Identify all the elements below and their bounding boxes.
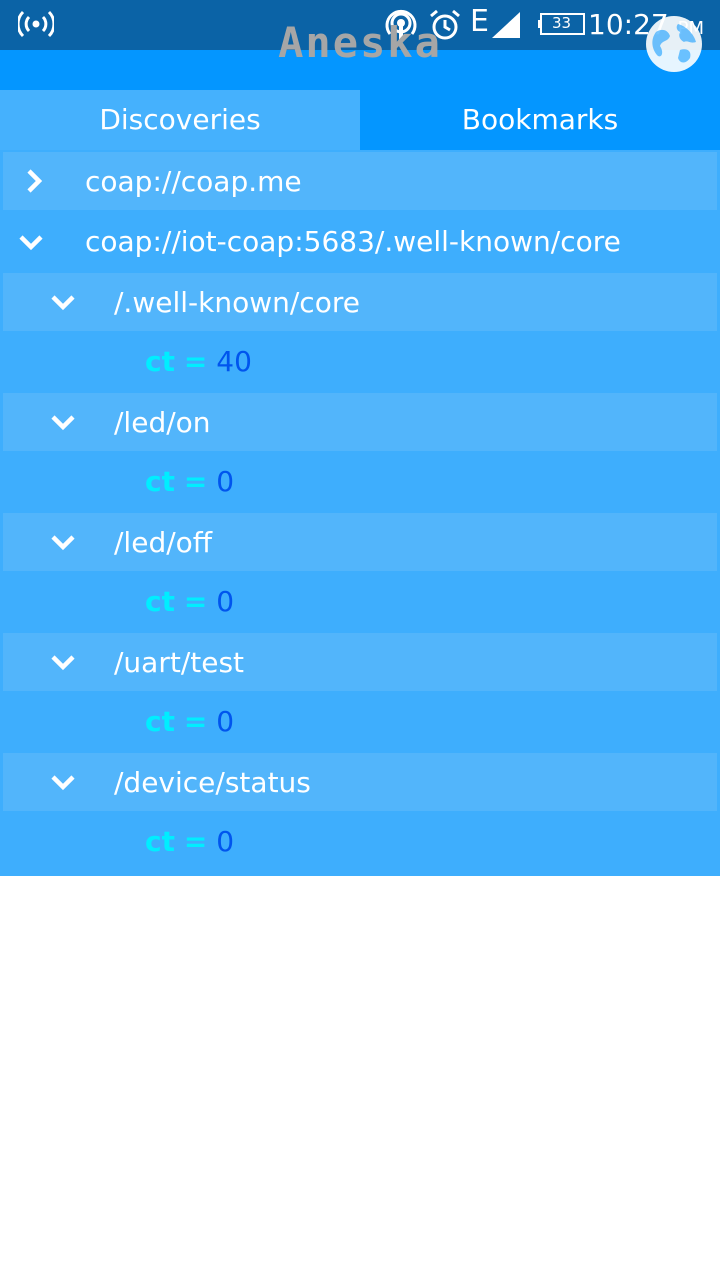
tab-bookmarks[interactable]: Bookmarks (360, 90, 720, 150)
server-row[interactable]: coap://coap.me (3, 152, 717, 210)
attribute-key: ct (145, 465, 175, 498)
resource-row[interactable]: /uart/test (3, 633, 717, 691)
chevron-down-icon (51, 295, 75, 311)
attribute-row: ct = 0 (0, 572, 720, 632)
resource-path: /.well-known/core (114, 286, 360, 319)
chevron-right-icon (27, 169, 43, 193)
resource-row[interactable]: /led/off (3, 513, 717, 571)
attribute: ct = 0 (145, 452, 234, 512)
server-label: coap://coap.me (85, 165, 302, 198)
attribute-row: ct = 40 (0, 332, 720, 392)
attribute-value: 0 (216, 705, 235, 738)
attribute-key: ct (145, 825, 175, 858)
resource-path: /device/status (114, 766, 311, 799)
tab-discoveries[interactable]: Discoveries (0, 90, 360, 150)
globe-icon[interactable] (644, 14, 704, 74)
resource-row[interactable]: /device/status (3, 753, 717, 811)
chevron-down-icon (51, 655, 75, 671)
attribute-row: ct = 0 (0, 812, 720, 872)
attribute-row: ct = 0 (0, 692, 720, 752)
attribute-key: ct (145, 345, 175, 378)
chevron-down-icon (19, 235, 43, 251)
server-label: coap://iot-coap:5683/.well-known/core (85, 225, 621, 258)
attribute-value: 40 (216, 345, 252, 378)
discovery-tree: coap://coap.me coap://iot-coap:5683/.wel… (0, 150, 720, 876)
attribute-row: ct = 0 (0, 452, 720, 512)
resource-path: /led/on (114, 406, 211, 439)
resource-row[interactable]: /.well-known/core (3, 273, 717, 331)
attribute: ct = 0 (145, 812, 234, 872)
attribute: ct = 40 (145, 332, 252, 392)
resource-path: /led/off (114, 526, 213, 559)
server-row[interactable]: coap://iot-coap:5683/.well-known/core (0, 212, 720, 272)
attribute-value: 0 (216, 465, 235, 498)
attribute-equals: = (183, 585, 208, 618)
attribute-value: 0 (216, 825, 235, 858)
attribute-equals: = (183, 345, 208, 378)
tab-bar: Discoveries Bookmarks (0, 90, 720, 150)
chevron-down-icon (51, 775, 75, 791)
resource-row[interactable]: /led/on (3, 393, 717, 451)
attribute-key: ct (145, 585, 175, 618)
attribute-value: 0 (216, 585, 235, 618)
attribute: ct = 0 (145, 572, 234, 632)
attribute-key: ct (145, 705, 175, 738)
attribute: ct = 0 (145, 692, 234, 752)
resource-path: /uart/test (114, 646, 245, 679)
attribute-equals: = (183, 705, 208, 738)
chevron-down-icon (51, 415, 75, 431)
app-title: Aneska (278, 18, 442, 67)
attribute-equals: = (183, 825, 208, 858)
chevron-down-icon (51, 535, 75, 551)
attribute-equals: = (183, 465, 208, 498)
